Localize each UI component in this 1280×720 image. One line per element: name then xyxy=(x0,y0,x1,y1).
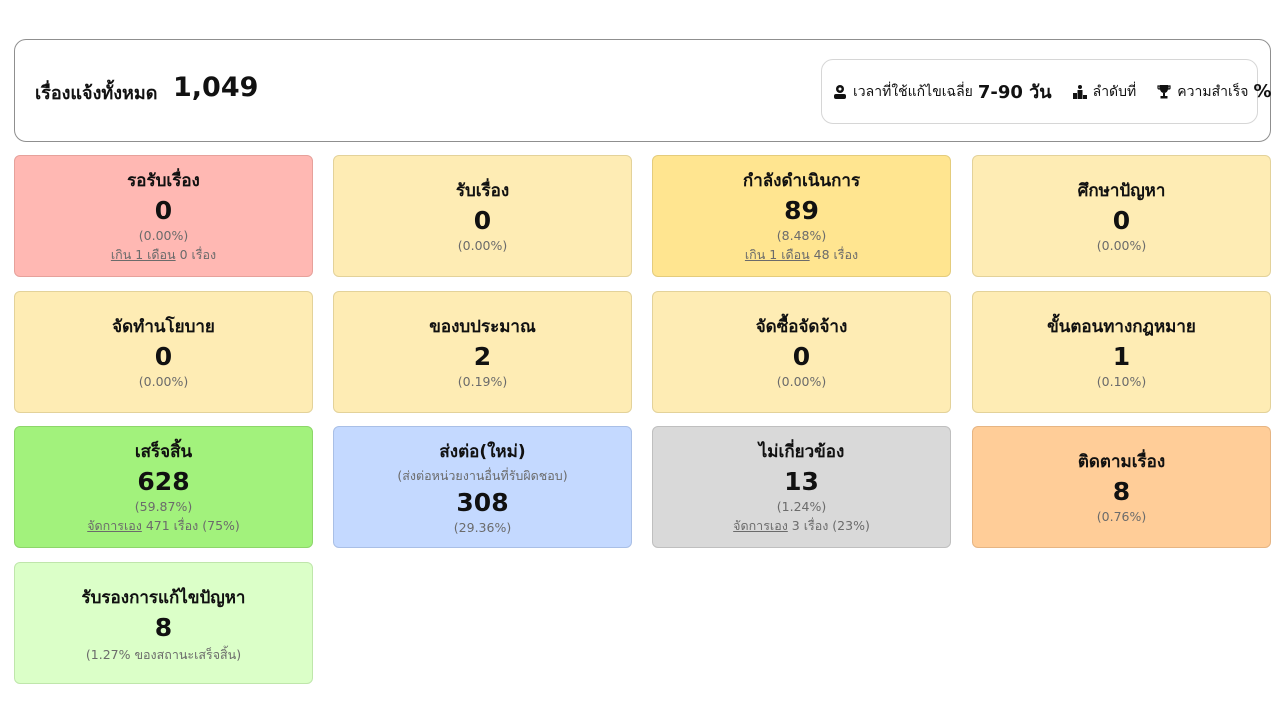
user-clock-icon xyxy=(832,84,848,100)
card-title: จัดทำนโยบาย xyxy=(112,317,215,337)
card-percent: (8.48%) xyxy=(776,228,827,243)
card-sub: จัดการเอง 471 เรื่อง (75%) xyxy=(15,516,312,536)
avg-time-value: 7-90 วัน xyxy=(977,82,1052,103)
card-value: 308 xyxy=(456,488,509,517)
card-value: 8 xyxy=(1112,477,1131,506)
card-title: เสร็จสิ้น xyxy=(134,442,193,462)
card-value: 2 xyxy=(473,342,492,371)
card-title: รับรองการแก้ไขปัญหา xyxy=(81,588,246,608)
card-percent: (0.10%) xyxy=(1096,374,1147,389)
card-percent: (0.00%) xyxy=(457,238,508,253)
trophy-icon xyxy=(1156,84,1172,100)
avg-time-stat: เวลาที่ใช้แก้ไขเฉลี่ย 7-90 วัน xyxy=(832,77,1052,106)
card-follow-up[interactable]: ติดตามเรื่อง 8 (0.76%) xyxy=(972,426,1271,548)
overdue-link[interactable]: เกิน 1 เดือน xyxy=(111,247,176,262)
card-title: รอรับเรื่อง xyxy=(127,171,200,191)
card-title: จัดซื้อจัดจ้าง xyxy=(755,317,848,337)
card-percent: (0.00%) xyxy=(138,228,189,243)
card-title: ไม่เกี่ยวข้อง xyxy=(758,442,845,462)
card-forwarded[interactable]: ส่งต่อ(ใหม่) (ส่งต่อหน่วยงานอื่นที่รับผิ… xyxy=(333,426,632,548)
card-budget[interactable]: ของบประมาณ 2 (0.19%) xyxy=(333,291,632,413)
success-label: ความสำเร็จ xyxy=(1177,83,1249,100)
card-value: 0 xyxy=(1112,206,1131,235)
card-sub: จัดการเอง 3 เรื่อง (23%) xyxy=(653,516,950,536)
card-percent: (0.00%) xyxy=(776,374,827,389)
card-percent: (0.00%) xyxy=(1096,238,1147,253)
card-title: ขั้นตอนทางกฎหมาย xyxy=(1047,317,1196,337)
card-legal[interactable]: ขั้นตอนทางกฎหมาย 1 (0.10%) xyxy=(972,291,1271,413)
card-value: 8 xyxy=(154,613,173,642)
card-waiting[interactable]: รอรับเรื่อง 0 (0.00%) เกิน 1 เดือน 0 เรื… xyxy=(14,155,313,277)
card-title: ติดตามเรื่อง xyxy=(1077,452,1166,472)
overdue-count: 48 เรื่อง xyxy=(809,247,859,262)
card-unrelated[interactable]: ไม่เกี่ยวข้อง 13 (1.24%) จัดการเอง 3 เรื… xyxy=(652,426,951,548)
card-value: 0 xyxy=(473,206,492,235)
card-value: 0 xyxy=(154,196,173,225)
self-handled-count: 3 เรื่อง (23%) xyxy=(787,518,870,533)
card-value: 0 xyxy=(792,342,811,371)
card-sub: เกิน 1 เดือน 0 เรื่อง xyxy=(15,245,312,265)
avg-time-label: เวลาที่ใช้แก้ไขเฉลี่ย xyxy=(853,83,973,100)
card-subtitle: (ส่งต่อหน่วยงานอื่นที่รับผิดชอบ) xyxy=(397,468,568,483)
summary-header: เรื่องแจ้งทั้งหมด 1,049 เวลาที่ใช้แก้ไขเ… xyxy=(14,39,1272,142)
card-percent: (1.24%) xyxy=(776,499,827,514)
card-value: 89 xyxy=(784,196,819,225)
card-value: 628 xyxy=(137,467,190,496)
total-value: 1,049 xyxy=(173,72,259,103)
card-percent: (0.76%) xyxy=(1096,509,1147,524)
card-percent: (0.19%) xyxy=(457,374,508,389)
card-percent: (1.27% ของสถานะเสร็จสิ้น) xyxy=(85,647,242,662)
card-policy[interactable]: จัดทำนโยบาย 0 (0.00%) xyxy=(14,291,313,413)
stats-box: เวลาที่ใช้แก้ไขเฉลี่ย 7-90 วัน ลำดับที่ … xyxy=(821,59,1272,124)
card-title: กำลังดำเนินการ xyxy=(742,171,861,191)
card-value: 1 xyxy=(1112,342,1131,371)
overdue-link[interactable]: เกิน 1 เดือน xyxy=(745,247,810,262)
card-title: ส่งต่อ(ใหม่) xyxy=(439,442,526,462)
success-value: % xyxy=(1253,81,1272,102)
card-study[interactable]: ศึกษาปัญหา 0 (0.00%) xyxy=(972,155,1271,277)
card-sub: เกิน 1 เดือน 48 เรื่อง xyxy=(653,245,950,265)
ranking-podium-icon xyxy=(1072,84,1088,100)
card-value: 13 xyxy=(784,467,819,496)
self-handled-link[interactable]: จัดการเอง xyxy=(733,518,788,533)
card-in-progress[interactable]: กำลังดำเนินการ 89 (8.48%) เกิน 1 เดือน 4… xyxy=(652,155,951,277)
overdue-count: 0 เรื่อง xyxy=(175,247,217,262)
card-title: รับเรื่อง xyxy=(455,181,510,201)
card-value: 0 xyxy=(154,342,173,371)
card-received[interactable]: รับเรื่อง 0 (0.00%) xyxy=(333,155,632,277)
total-label: เรื่องแจ้งทั้งหมด xyxy=(35,83,158,104)
card-title: ของบประมาณ xyxy=(429,317,536,337)
card-completed[interactable]: เสร็จสิ้น 628 (59.87%) จัดการเอง 471 เรื… xyxy=(14,426,313,548)
card-percent: (0.00%) xyxy=(138,374,189,389)
card-procurement[interactable]: จัดซื้อจัดจ้าง 0 (0.00%) xyxy=(652,291,951,413)
success-stat: ความสำเร็จ % xyxy=(1156,81,1272,103)
card-percent: (29.36%) xyxy=(453,520,512,535)
card-title: ศึกษาปัญหา xyxy=(1077,181,1166,201)
rank-stat: ลำดับที่ xyxy=(1072,81,1137,103)
rank-label: ลำดับที่ xyxy=(1092,83,1137,100)
self-handled-link[interactable]: จัดการเอง xyxy=(87,518,142,533)
card-percent: (59.87%) xyxy=(134,499,193,514)
card-certified[interactable]: รับรองการแก้ไขปัญหา 8 (1.27% ของสถานะเสร… xyxy=(14,562,313,684)
self-handled-count: 471 เรื่อง (75%) xyxy=(141,518,240,533)
